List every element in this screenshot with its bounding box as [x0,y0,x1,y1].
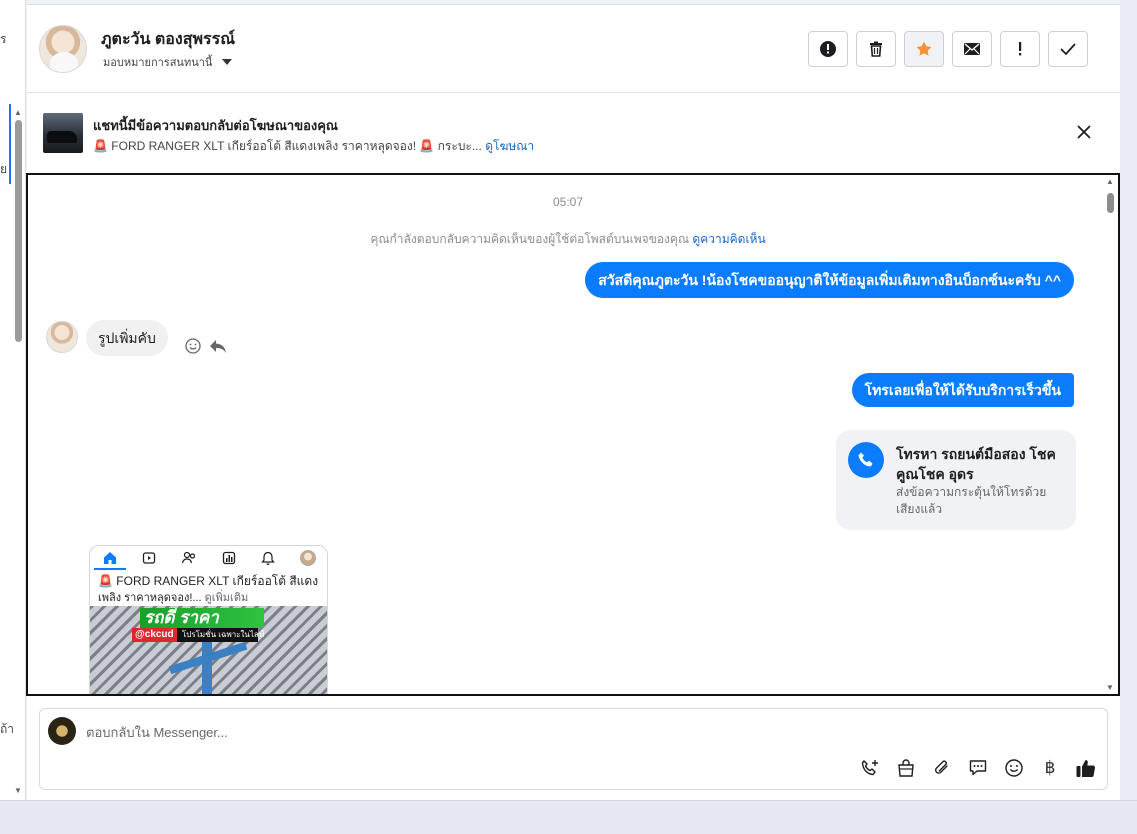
window-edge [1120,0,1137,834]
sender-avatar[interactable] [46,321,78,353]
window-bottom-strip [0,800,1137,834]
delete-button[interactable] [856,31,896,67]
scroll-up-arrow-icon[interactable]: ▲ [14,108,22,117]
dashboard-icon [222,551,236,565]
close-icon [1077,125,1091,139]
alert-circle-icon [820,41,836,57]
call-card-subtitle: ส่งข้อความกระตุ้นให้โทรด้วยเสียงแล้ว [896,485,1047,516]
left-sidebar-fragment: ร ย ถ้า ▲ ▼ [0,0,26,800]
ad-caption: 🚨 FORD RANGER XLT เกียร์ออโต้ สีแดงเพลิง… [93,139,482,153]
spam-button[interactable] [808,31,848,67]
emoji-icon [1005,759,1023,777]
message-timestamp: 05:07 [552,195,584,209]
selected-indicator [9,104,11,184]
page-avatar [48,717,76,745]
sidebar-text-fragment: ย [0,162,8,176]
post-caption-line: เพลิง ราคาหลุดจอง!... ดูเพิ่มเติม [98,588,248,606]
assign-label: มอบหมายการสนทนานี้ [103,57,213,69]
sidebar-text-fragment: ถ้า [0,722,15,736]
scroll-down-arrow-icon[interactable]: ▼ [14,786,22,795]
mark-unread-button[interactable] [952,31,992,67]
thumbs-up-icon [1076,760,1096,777]
structure-pole [202,642,212,694]
call-plus-icon [861,759,878,776]
trash-icon [870,41,882,57]
ad-banner-title: แชทนี้มีข้อความตอบกลับต่อโฆษณาของคุณ [93,118,338,133]
incoming-message[interactable]: รูปเพิ่มคับ [86,320,168,356]
shared-screenshot-image[interactable]: 🚨 FORD RANGER XLT เกียร์ออโต้ สีแดง เพลิ… [89,545,328,694]
message-thread[interactable]: 05:07 คุณกำลังตอบกลับความคิดเห็นของผู้ใช… [26,173,1120,696]
payment-button[interactable]: ฿ [1039,757,1061,779]
reply-composer: ฿ [39,708,1108,790]
assign-conversation-dropdown[interactable]: มอบหมายการสนทนานี้ [103,53,233,71]
close-banner-button[interactable] [1075,123,1093,141]
see-more-link: ดูเพิ่มเติม [204,592,249,604]
thread-scrollbar[interactable]: ▲ ▼ [1104,175,1118,694]
emoji-button[interactable] [1003,757,1025,779]
bell-icon [261,551,275,565]
like-button[interactable] [1075,757,1097,779]
attach-button[interactable] [931,757,953,779]
post-caption-text: เพลิง ราคาหลุดจอง!... [98,592,202,604]
saved-replies-button[interactable] [967,757,989,779]
video-icon [142,552,155,564]
scroll-up-arrow-icon[interactable]: ▲ [1106,177,1114,186]
ad-reply-banner: แชทนี้มีข้อความตอบกลับต่อโฆษณาของคุณ 🚨 F… [27,93,1120,173]
star-icon [916,41,932,56]
baht-icon: ฿ [1044,758,1056,778]
phone-icon [858,452,873,467]
conversation-header: ภูตะวัน ตองสุพรรณ์ มอบหมายการสนทนานี้ [27,5,1120,93]
react-emoji-icon[interactable] [184,337,202,355]
scroll-down-arrow-icon[interactable]: ▼ [1106,683,1114,692]
paperclip-icon [935,760,948,774]
notice-text: คุณกำลังตอบกลับความคิดเห็นของผู้ใช้ต่อโพ… [370,232,690,246]
reply-arrow-icon[interactable] [208,337,228,355]
outgoing-message[interactable]: โทรเลยเพื่อให้ได้รับบริการเร็วขึ้น [851,373,1074,407]
friends-icon [181,551,195,564]
reply-input[interactable] [86,721,686,743]
checkmark-icon [1060,43,1076,56]
promo-tag: @ckcud โปรโมชั่น เฉพาะในไลฟ์ [132,628,264,642]
follow-up-button[interactable] [1000,31,1040,67]
screenshot-nav-bar [90,546,327,570]
outgoing-message[interactable]: สวัสดีคุณภูตะวัน !น้องโชคขออนุญาติให้ข้อ… [585,262,1074,298]
mark-done-button[interactable] [1048,31,1088,67]
message-actions [184,337,228,355]
envelope-icon [964,43,980,55]
star-button[interactable] [904,31,944,67]
call-button[interactable] [859,757,881,779]
contact-name[interactable]: ภูตะวัน ตองสุพรรณ์ [101,27,235,52]
home-icon [103,552,116,564]
active-tab-underline [94,568,126,570]
saved-reply-icon [969,760,987,776]
sidebar-text-fragment: ร [0,32,7,46]
post-photo: รถดี ราคา @ckcud โปรโมชั่น เฉพาะในไลฟ์ [90,606,327,694]
ad-banner-subtitle: 🚨 FORD RANGER XLT เกียร์ออโต้ สีแดงเพลิง… [93,137,534,156]
phone-icon-badge [848,442,884,478]
comment-reply-notice: คุณกำลังตอบกลับความคิดเห็นของผู้ใช้ต่อโพ… [28,230,1108,249]
composer-toolbar: ฿ [859,757,1097,779]
view-comment-link[interactable]: ดูความคิดเห็น [692,232,765,246]
profile-avatar [300,550,317,566]
view-ad-link[interactable]: ดูโฆษณา [485,139,534,153]
sidebar-scrollbar-thumb[interactable] [15,120,22,342]
thread-scrollbar-thumb[interactable] [1107,193,1114,213]
ad-thumbnail[interactable] [43,113,83,153]
promo-badge: @ckcud [132,628,177,642]
call-prompt-card[interactable]: โทรหา รถยนต์มือสอง โชคคูณโชค อุดร ส่งข้อ… [836,430,1076,530]
shop-button[interactable] [895,757,917,779]
conversation-panel: ภูตะวัน ตองสุพรรณ์ มอบหมายการสนทนานี้ แช… [26,4,1120,800]
chevron-down-icon [222,59,233,65]
contact-avatar[interactable] [39,25,87,73]
shopping-bag-icon [898,759,914,777]
showroom-sign: รถดี ราคา [140,608,264,628]
promo-text: โปรโมชั่น เฉพาะในไลฟ์ [181,630,265,639]
call-card-title: โทรหา รถยนต์มือสอง โชคคูณโชค อุดร [896,446,1056,482]
exclamation-icon [1019,42,1022,56]
